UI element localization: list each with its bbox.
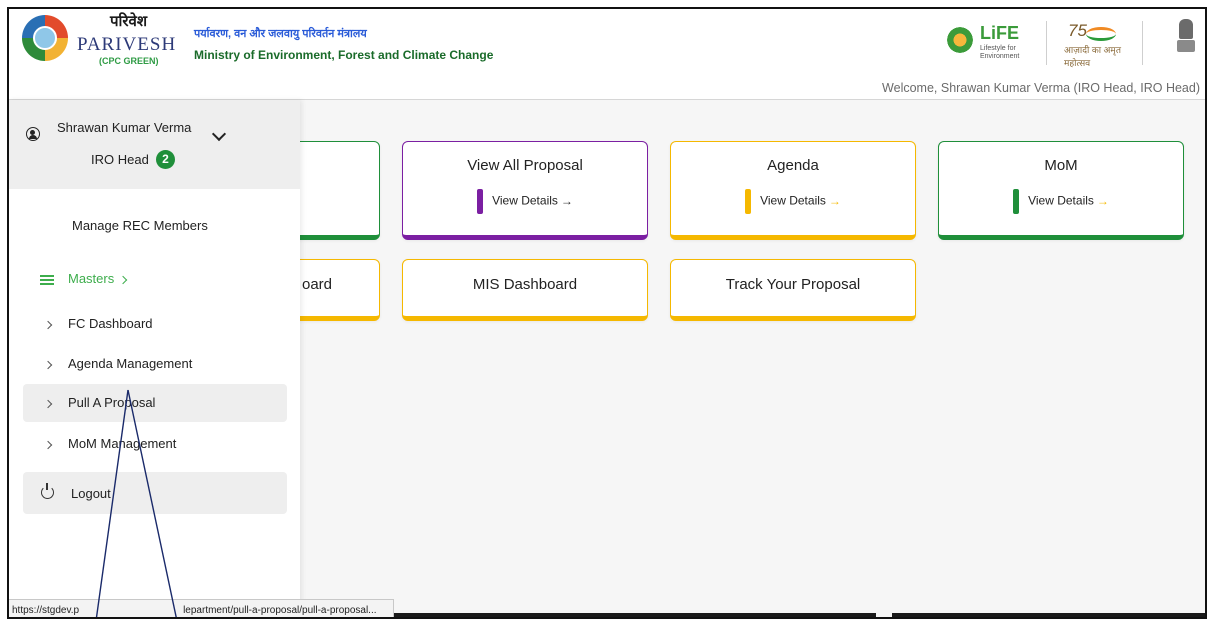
annotation-line-right [127, 389, 177, 617]
annotation-pointer [95, 389, 177, 617]
browser-frame: परिवेश PARIVESH (CPC GREEN) पर्यावरण, वन… [7, 7, 1207, 619]
annotation-line-left [95, 389, 129, 617]
